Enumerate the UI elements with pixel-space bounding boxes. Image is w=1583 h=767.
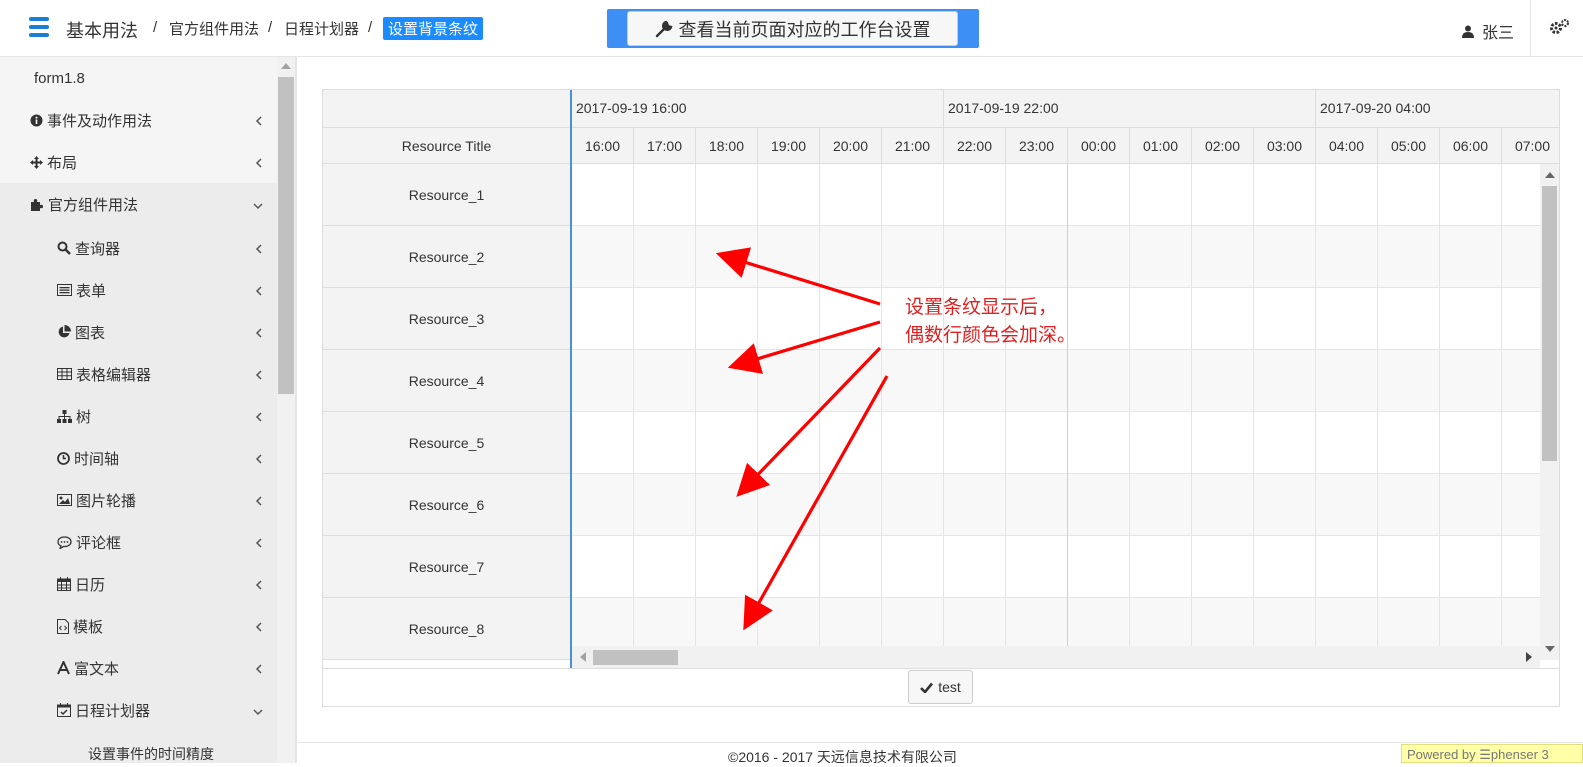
user-menu[interactable]: 张三 xyxy=(1462,19,1514,43)
puzzle-icon xyxy=(31,198,43,211)
main-content: Resource Title Resource_1 Resource_2 Res… xyxy=(297,57,1583,763)
chevron-left-icon xyxy=(255,661,263,678)
sidebar-item-carousel[interactable]: 图片轮播 xyxy=(0,479,277,521)
sidebar-item-chart[interactable]: 图表 xyxy=(0,311,277,353)
sidebar-item-scheduler[interactable]: 日程计划器 xyxy=(0,689,277,731)
sidebar-item-tree[interactable]: 树 xyxy=(0,395,277,437)
arrow-line xyxy=(715,247,881,306)
chevron-left-icon xyxy=(255,493,263,510)
chevron-left-icon xyxy=(255,451,263,468)
sidebar-scrollbar[interactable] xyxy=(277,57,295,763)
powered-by-badge[interactable]: Powered by ☰phenser 3 xyxy=(1401,744,1583,763)
chevron-left-icon xyxy=(255,535,263,552)
chevron-down-icon xyxy=(253,703,263,720)
chevron-left-icon xyxy=(255,155,263,172)
font-icon xyxy=(57,661,70,675)
sidebar-item-comment[interactable]: 评论框 xyxy=(0,521,277,563)
clock-icon xyxy=(57,451,70,465)
chevron-left-icon xyxy=(255,241,263,258)
copyright-text: ©2016 - 2017 天远信息技术有限公司 xyxy=(728,749,957,765)
sidebar-item-form[interactable]: 表单 xyxy=(0,269,277,311)
info-circle-icon xyxy=(30,114,43,126)
chevron-left-icon xyxy=(255,113,263,130)
sidebar-scroll-thumb[interactable] xyxy=(278,77,294,394)
user-name: 张三 xyxy=(1482,25,1515,42)
pie-chart-icon xyxy=(58,325,71,338)
table-icon xyxy=(57,368,72,380)
sidebar-item-query[interactable]: 查询器 xyxy=(0,227,277,269)
sitemap-icon xyxy=(57,409,72,423)
sidebar-item-layout[interactable]: 布局 xyxy=(0,141,277,183)
sidebar-item-events[interactable]: 事件及动作用法 xyxy=(0,99,277,141)
arrows-move-icon xyxy=(30,155,43,169)
sidebar-item-timeline[interactable]: 时间轴 xyxy=(0,437,277,479)
app-title[interactable]: 基本用法 xyxy=(66,17,138,43)
calendar-icon xyxy=(57,577,71,591)
chevron-left-icon xyxy=(255,325,263,342)
chevron-down-icon xyxy=(253,197,263,214)
workspace-button-frame: 查看当前页面对应的工作台设置 xyxy=(607,9,979,48)
breadcrumb-item-components[interactable]: 官方组件用法 xyxy=(169,18,259,39)
annotation-arrows xyxy=(715,247,889,631)
arrow-line xyxy=(736,346,882,497)
chevron-left-icon xyxy=(255,619,263,636)
comment-icon xyxy=(57,535,72,549)
sidebar-item-calendar[interactable]: 日历 xyxy=(0,563,277,605)
gears-icon[interactable] xyxy=(1549,17,1571,39)
sidebar-item-richtext[interactable]: 富文本 xyxy=(0,647,277,689)
menu-toggle-icon[interactable] xyxy=(29,17,49,37)
workspace-settings-button[interactable]: 查看当前页面对应的工作台设置 xyxy=(627,11,958,46)
sidebar-item-table-editor[interactable]: 表格编辑器 xyxy=(0,353,277,395)
sidebar: form1.8 事件及动作用法 布局 官方组件用法 查询器 表单 图表 表格编辑… xyxy=(0,57,277,763)
image-icon xyxy=(57,494,72,506)
calendar-check-icon xyxy=(57,703,71,717)
arrow-line xyxy=(727,320,881,374)
list-alt-icon xyxy=(57,284,72,296)
user-icon xyxy=(1462,25,1474,38)
sidebar-top-label[interactable]: form1.8 xyxy=(0,57,277,99)
breadcrumb-item-scheduler[interactable]: 日程计划器 xyxy=(284,18,359,39)
sidebar-item-time-precision[interactable]: 设置事件的时间精度 xyxy=(0,733,277,763)
wrench-icon xyxy=(655,20,673,37)
chevron-left-icon xyxy=(255,577,263,594)
chevron-left-icon xyxy=(255,367,263,384)
file-code-icon xyxy=(57,618,69,634)
top-header: 基本用法 / 官方组件用法 / 日程计划器 / 设置背景条纹 查看当前页面对应的… xyxy=(0,0,1583,57)
workspace-settings-label: 查看当前页面对应的工作台设置 xyxy=(678,19,931,40)
search-icon xyxy=(57,241,71,255)
sidebar-item-components[interactable]: 官方组件用法 xyxy=(0,183,277,225)
chevron-left-icon xyxy=(255,409,263,426)
sidebar-item-template[interactable]: 模板 xyxy=(0,605,277,647)
chevron-left-icon xyxy=(255,283,263,300)
breadcrumb-item-current: 设置背景条纹 xyxy=(383,17,484,40)
